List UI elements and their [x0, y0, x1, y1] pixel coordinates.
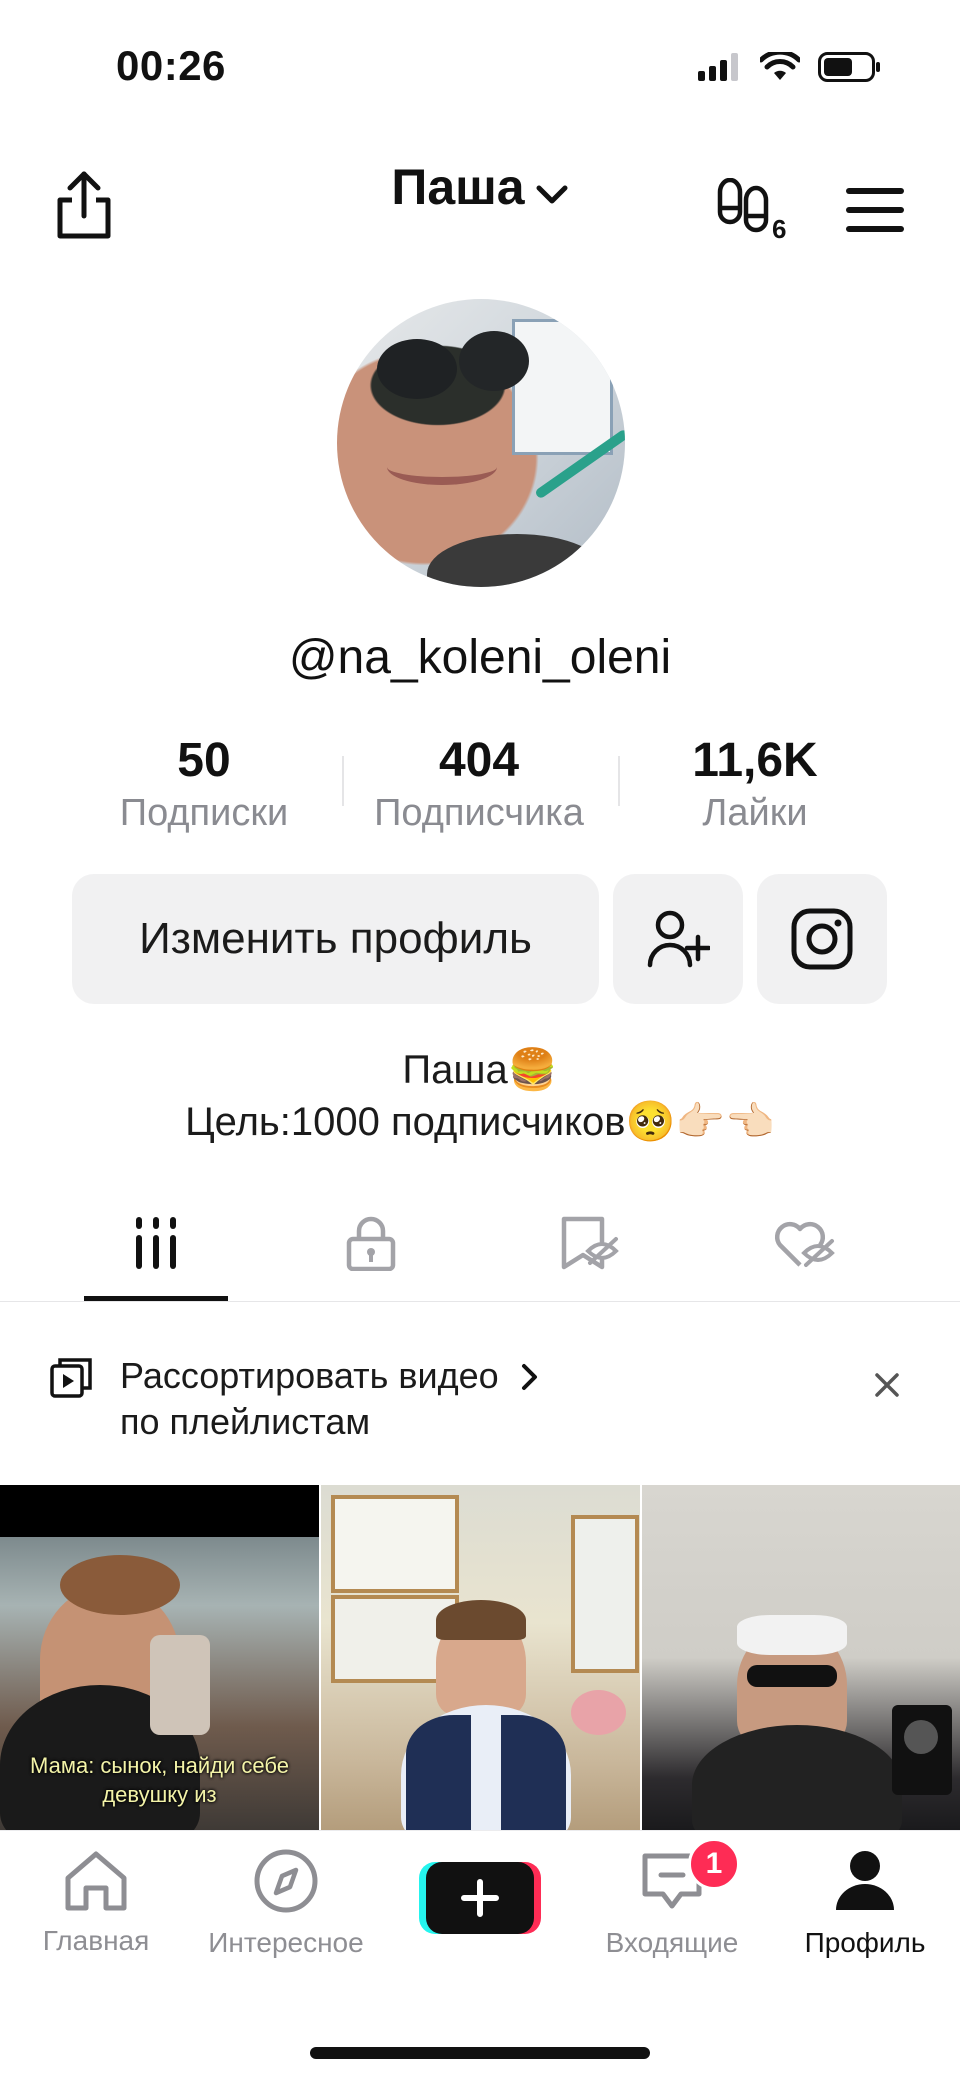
chevron-right-icon [521, 1357, 539, 1400]
battery-icon [818, 52, 880, 82]
tab-private[interactable] [311, 1210, 431, 1276]
playlist-banner-line1: Рассортировать видео [120, 1355, 499, 1396]
playlist-icon [50, 1356, 92, 1403]
add-friend-button[interactable] [613, 874, 743, 1004]
playlist-banner-text[interactable]: Рассортировать видео по плейлистам [120, 1354, 539, 1443]
menu-icon [846, 188, 904, 232]
playlist-banner-line2: по плейлистам [120, 1401, 371, 1443]
stat-following-label: Подписки [119, 792, 289, 835]
plus-icon [461, 1879, 499, 1917]
video-thumbnail[interactable]: Мама: сынок, найди себе девушку из [0, 1485, 319, 1830]
stat-divider [342, 756, 344, 806]
status-icons [698, 52, 882, 82]
stat-likes[interactable]: 11,6K Лайки [635, 734, 875, 835]
chevron-down-icon [535, 162, 569, 220]
nav-profile[interactable]: Профиль [765, 1848, 960, 1959]
video-thumbnail[interactable] [321, 1485, 640, 1830]
page-title: Паша [391, 159, 525, 215]
status-time: 00:26 [116, 42, 226, 89]
signal-icon [698, 53, 738, 81]
instagram-icon [791, 908, 853, 970]
stat-following[interactable]: 50 Подписки [84, 734, 324, 835]
bio-line: Паша🍔 [402, 1048, 558, 1092]
edit-profile-button[interactable]: Изменить профиль [72, 874, 599, 1004]
avatar[interactable] [337, 299, 625, 587]
video-thumbnail[interactable] [642, 1485, 960, 1830]
stat-followers-value: 404 [438, 734, 520, 787]
video-caption: Мама: сынок, найди себе девушку из [30, 1752, 289, 1808]
create-button[interactable] [426, 1862, 534, 1934]
home-indicator[interactable] [310, 2047, 650, 2059]
nav-profile-label: Профиль [804, 1927, 926, 1958]
footprints-icon: 6 [717, 177, 786, 244]
close-banner-button[interactable] [874, 1372, 900, 1403]
compass-icon [254, 1849, 318, 1913]
home-icon [65, 1851, 127, 1911]
liked-hidden-icon [774, 1221, 835, 1267]
username: @na_koleni_oleni [288, 631, 672, 684]
svg-text:6: 6 [772, 214, 786, 242]
instagram-button[interactable] [757, 874, 887, 1004]
stat-followers-label: Подписчика [374, 792, 584, 835]
lock-icon [346, 1216, 396, 1271]
tab-liked[interactable] [746, 1210, 866, 1276]
stat-likes-label: Лайки [702, 792, 808, 835]
nav-inbox[interactable]: Входящие [572, 1848, 772, 1959]
stat-following-value: 50 [177, 734, 231, 787]
profile-name-dropdown[interactable]: Паша [0, 158, 960, 220]
nav-discover-label: Интересное [208, 1927, 364, 1958]
menu-button[interactable] [846, 186, 904, 239]
nav-discover[interactable]: Интересное [186, 1848, 386, 1959]
tab-videos[interactable] [96, 1210, 216, 1276]
bio-line: Цель:1000 подписчиков🥺👉🏻👈🏻 [185, 1100, 775, 1144]
nav-inbox-label: Входящие [605, 1927, 739, 1958]
footprints-button[interactable]: 6 [712, 177, 790, 247]
add-user-icon [647, 910, 710, 968]
stat-likes-value: 11,6K [692, 734, 818, 787]
nav-home[interactable]: Главная [0, 1848, 196, 1957]
close-icon [875, 1373, 899, 1397]
saved-hidden-icon [561, 1216, 619, 1270]
tab-saved[interactable] [530, 1210, 650, 1276]
videos-grid-icon [136, 1217, 176, 1269]
stat-followers[interactable]: 404 Подписчика [359, 734, 599, 835]
wifi-icon [760, 52, 800, 80]
profile-icon [836, 1851, 894, 1910]
inbox-badge: 1 [688, 1838, 740, 1890]
nav-home-label: Главная [42, 1925, 150, 1956]
stat-divider [618, 756, 620, 806]
